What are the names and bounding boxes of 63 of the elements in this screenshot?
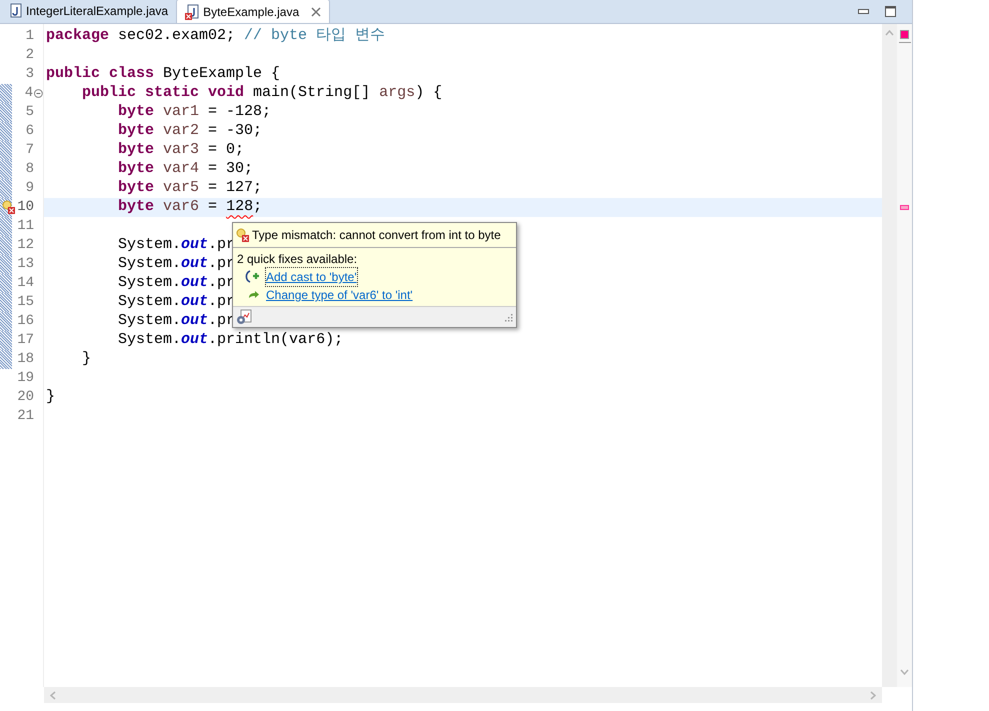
- editor-tab[interactable]: ByteExample.java: [176, 0, 330, 23]
- error-marker-icon[interactable]: [900, 205, 909, 210]
- quick-fix-count: 2 quick fixes available:: [237, 251, 358, 268]
- code-line: System.out.pr: [117, 273, 236, 294]
- line-number: 4: [24, 84, 34, 103]
- line-number: 11: [16, 217, 34, 236]
- preferences-icon[interactable]: [236, 309, 252, 325]
- error-overview-icon[interactable]: [900, 30, 909, 39]
- code-line: System.out.pr: [117, 311, 236, 332]
- code-line: byte var2 = -30;: [117, 121, 262, 142]
- scroll-right-icon[interactable]: [870, 690, 876, 700]
- quick-fix-link[interactable]: Add cast to 'byte': [266, 268, 357, 286]
- close-icon[interactable]: [311, 6, 322, 16]
- code-line: }: [81, 349, 92, 370]
- code-line: byte var3 = 0;: [117, 140, 244, 160]
- java-file-error-icon: [185, 4, 200, 20]
- tab-label: IntegerLiteralExample.java: [26, 3, 168, 20]
- quick-fix-link[interactable]: Change type of 'var6' to 'int': [266, 286, 413, 304]
- line-number: 12: [16, 236, 34, 255]
- line-number: 19: [16, 369, 34, 388]
- error-lightbulb-icon: [236, 228, 250, 242]
- line-number: 2: [24, 46, 34, 65]
- line-number: 5: [24, 103, 34, 122]
- code-line: byte var5 = 127;: [117, 178, 262, 198]
- popup-title: Type mismatch: cannot convert from int to byte: [252, 227, 501, 244]
- line-number: 13: [16, 255, 34, 274]
- line-number: 8: [24, 160, 34, 179]
- error-lightbulb-icon[interactable]: [2, 200, 16, 214]
- maximize-icon[interactable]: [885, 6, 896, 16]
- line-number: 15: [16, 293, 34, 312]
- horizontal-scrollbar[interactable]: [44, 687, 882, 703]
- line-number: 9: [24, 179, 34, 198]
- line-number: 18: [16, 350, 34, 369]
- tab-label: ByteExample.java: [203, 4, 300, 20]
- line-number: 6: [24, 122, 34, 141]
- line-number: 1: [24, 27, 34, 46]
- scroll-left-icon[interactable]: [50, 690, 56, 700]
- collapse-icon[interactable]: [34, 89, 43, 98]
- editor-tab[interactable]: IntegerLiteralExample.java: [0, 0, 176, 23]
- line-number: 21: [16, 407, 34, 426]
- code-line: System.out.pr: [117, 254, 236, 274]
- line-number: 14: [16, 274, 34, 293]
- code-line: byte var1 = -128;: [117, 102, 272, 122]
- code-line: }: [46, 387, 56, 408]
- code-line: byte var6 = 128;: [117, 197, 262, 218]
- java-file-icon: [8, 3, 22, 19]
- code-line: byte var4 = 30;: [117, 159, 254, 180]
- code-line: System.out.println(var6);: [117, 330, 344, 350]
- line-number: 7: [24, 141, 34, 160]
- code-line: public static void main(String[] args) {: [81, 83, 442, 104]
- line-number: 16: [16, 312, 34, 331]
- minimize-icon[interactable]: [858, 8, 869, 14]
- code-line: package sec02.exam02; // byte 타입 변수: [46, 26, 386, 46]
- scroll-up-icon[interactable]: [885, 30, 894, 36]
- code-line: System.out.pr: [117, 292, 236, 312]
- line-number: 3: [24, 65, 34, 84]
- resize-grip-icon[interactable]: [503, 312, 513, 322]
- scroll-down-icon[interactable]: [900, 669, 909, 675]
- line-number: 17: [16, 331, 34, 350]
- code-line: public class ByteExample {: [46, 64, 280, 84]
- code-line: System.out.pr: [117, 235, 236, 256]
- line-number: 10: [16, 198, 34, 217]
- line-number: 20: [16, 388, 34, 407]
